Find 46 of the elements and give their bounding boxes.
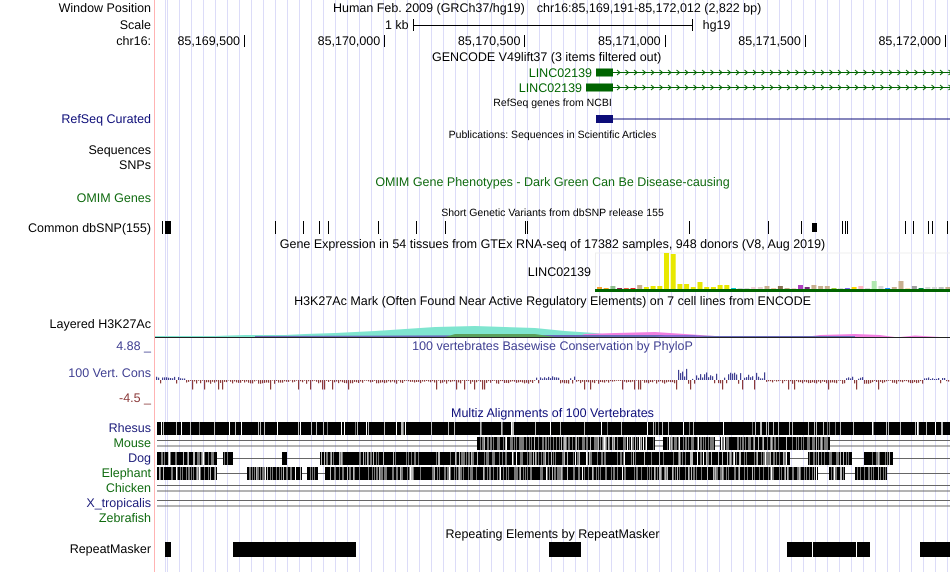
ruler-tick: 85,169,500 xyxy=(177,35,245,47)
track-title: RefSeq genes from NCBI xyxy=(493,98,612,108)
track-title: Short Genetic Variants from dbSNP release 155 xyxy=(441,208,664,218)
track-title: GENCODE V49lift37 (3 items filtered out) xyxy=(432,51,662,64)
track-label[interactable]: Zebrafish xyxy=(98,512,151,525)
track-title: OMIM Gene Phenotypes - Dark Green Can Be Disease-causing xyxy=(375,176,730,188)
track-label[interactable]: SNPs xyxy=(119,159,151,172)
track-title: Repeating Elements by RepeatMasker xyxy=(445,528,660,540)
track-label[interactable]: Sequences xyxy=(88,144,151,157)
track-label[interactable]: Chicken xyxy=(106,482,151,495)
track-label[interactable]: Rhesus xyxy=(108,422,151,435)
assembly-title: Human Feb. 2009 (GRCh37/hg19) xyxy=(333,2,525,15)
track-title: 100 vertebrates Basewise Conservation by PhyloP xyxy=(412,340,693,353)
position-text: chr16:85,169,191-85,172,012 (2,822 bp) xyxy=(536,2,762,15)
track-title: Gene Expression in 54 tissues from GTEx RNA-seq of 17382 samples, 948 donors (V8, Aug 2019) xyxy=(280,238,826,250)
ruler-tick: 85,170,000 xyxy=(318,35,386,47)
row-label: Scale xyxy=(120,18,151,32)
ruler-tick: 85,170,500 xyxy=(458,35,526,47)
gene-drawing[interactable] xyxy=(586,84,950,92)
track-label[interactable]: Layered H3K27Ac xyxy=(50,318,151,330)
track-label[interactable]: Elephant xyxy=(102,467,151,480)
gene-label[interactable]: LINC02139 xyxy=(528,266,591,278)
gene-drawing[interactable] xyxy=(596,68,950,76)
track-label[interactable]: OMIM Genes xyxy=(76,192,151,205)
track-label[interactable]: Common dbSNP(155) xyxy=(28,222,151,234)
track-title: Publications: Sequences in Scientific Articles xyxy=(448,130,656,140)
track-label[interactable]: X_tropicalis xyxy=(86,497,151,510)
track-label[interactable]: Dog xyxy=(128,452,151,465)
scale-text: 1 kb xyxy=(385,18,409,32)
track-label[interactable]: -4.5 _ xyxy=(119,392,151,405)
row-label: chr16: xyxy=(116,35,151,48)
ruler-tick: 85,171,000 xyxy=(598,35,666,47)
ruler-tick: 85,171,500 xyxy=(738,35,806,47)
gene-label[interactable]: LINC02139 xyxy=(528,67,592,80)
track-label[interactable]: 100 Vert. Cons xyxy=(68,367,151,380)
track-label[interactable]: RepeatMasker xyxy=(70,543,151,556)
gene-label[interactable]: LINC02139 xyxy=(518,82,582,94)
row-label: Window Position xyxy=(58,2,151,15)
track-title: H3K27Ac Mark (Often Found Near Active Regulatory Elements) on 7 cell lines from ENCODE xyxy=(294,294,811,308)
assembly-text: hg19 xyxy=(702,18,730,32)
gene-drawing[interactable] xyxy=(596,115,950,123)
track-label[interactable]: RefSeq Curated xyxy=(61,112,151,126)
ruler-tick: 85,172,000 xyxy=(878,35,946,47)
track-label[interactable]: 4.88 _ xyxy=(116,340,151,353)
track-title: Multiz Alignments of 100 Vertebrates xyxy=(451,406,654,420)
track-label[interactable]: Mouse xyxy=(113,437,151,450)
